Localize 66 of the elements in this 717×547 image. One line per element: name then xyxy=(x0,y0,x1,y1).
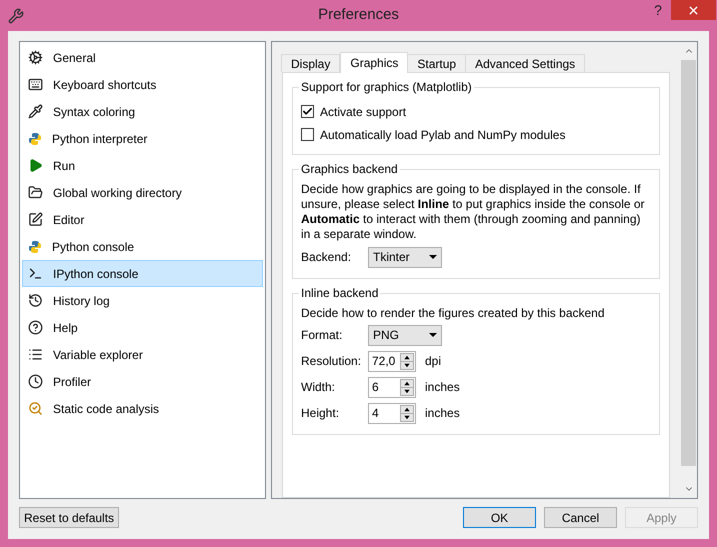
checkbox[interactable] xyxy=(301,105,314,118)
spin-arrows-icon xyxy=(400,352,414,370)
field-label: Height: xyxy=(301,405,340,422)
description-text: Decide how graphics are going to be displayed in the console. If unsure, please select Inline to put graphics inside the console or Automatic to interact with them (through zooming and panning) in a separate window. xyxy=(301,182,646,242)
spin-box[interactable]: 6 xyxy=(368,376,416,398)
help-icon xyxy=(28,320,43,335)
python-logo-icon xyxy=(28,240,42,254)
dialog-button[interactable]: Cancel xyxy=(544,507,617,528)
magnifier-check-icon xyxy=(28,401,43,416)
field-label: Backend: xyxy=(301,249,352,266)
caret-icon xyxy=(429,255,437,259)
dropdown[interactable]: Tkinter xyxy=(368,246,442,268)
sidebar-item[interactable]: Editor xyxy=(22,206,263,233)
sidebar-item[interactable]: General xyxy=(22,44,263,71)
sidebar-item[interactable]: Python interpreter xyxy=(22,125,263,152)
checkbox-label: Activate support xyxy=(320,104,406,120)
sidebar-item[interactable]: Keyboard shortcuts xyxy=(22,71,263,98)
spin-box[interactable]: 4 xyxy=(368,402,416,424)
spin-box[interactable]: 72,0 xyxy=(368,350,416,372)
tab[interactable]: Graphics xyxy=(340,52,408,73)
pipette-icon xyxy=(28,104,43,119)
play-icon xyxy=(28,158,43,173)
tab[interactable]: Startup xyxy=(407,54,466,72)
dialog-button[interactable]: OK xyxy=(463,507,536,528)
unit-label: inches xyxy=(425,405,460,422)
keyboard-icon xyxy=(28,77,43,92)
history-icon xyxy=(28,293,43,308)
folder-icon xyxy=(28,185,43,200)
reset-button[interactable]: Reset to defaults xyxy=(19,507,120,528)
caret-icon xyxy=(429,333,437,337)
sidebar-item[interactable]: Static code analysis xyxy=(22,395,263,422)
description-text: Decide how to render the figures created by this backend xyxy=(301,306,606,321)
dropdown[interactable]: PNG xyxy=(368,324,442,346)
sidebar-item[interactable]: IPython console xyxy=(22,260,263,287)
close-icon xyxy=(687,4,700,16)
clock-icon xyxy=(28,374,43,389)
gears-icon xyxy=(28,50,43,65)
sidebar-item[interactable]: Profiler xyxy=(22,368,263,395)
checkbox-label: Automatically load Pylab and NumPy modules xyxy=(320,126,566,144)
sidebar-item[interactable]: Run xyxy=(22,152,263,179)
window-title: Preferences xyxy=(318,5,399,26)
sidebar-item[interactable]: Syntax coloring xyxy=(22,98,263,125)
close-button[interactable] xyxy=(671,0,716,20)
group-title: Support for graphics (Matplotlib) xyxy=(299,79,474,95)
checkbox[interactable] xyxy=(301,128,314,141)
sidebar-item[interactable]: History log xyxy=(22,287,263,314)
tab[interactable]: Display xyxy=(281,54,340,72)
unit-label: dpi xyxy=(425,353,442,370)
edit-icon xyxy=(28,212,43,227)
sidebar-item[interactable]: Global working directory xyxy=(22,179,263,206)
sidebar-item[interactable]: Help xyxy=(22,314,263,341)
sidebar-item[interactable]: Variable explorer xyxy=(22,341,263,368)
unit-label: inches xyxy=(425,379,460,396)
field-label: Resolution: xyxy=(301,353,362,370)
field-label: Width: xyxy=(301,379,336,396)
wrench-icon xyxy=(8,8,24,24)
spin-arrows-icon xyxy=(400,404,414,422)
spin-arrows-icon xyxy=(400,378,414,396)
list-icon xyxy=(28,347,43,362)
sidebar-item[interactable]: Python console xyxy=(22,233,263,260)
help-button[interactable]: ? xyxy=(645,0,671,20)
field-label: Format: xyxy=(301,327,344,344)
group-title: Graphics backend xyxy=(299,161,400,177)
console-icon xyxy=(28,266,43,281)
python-logo-icon xyxy=(28,132,42,146)
tab[interactable]: Advanced Settings xyxy=(465,54,586,72)
